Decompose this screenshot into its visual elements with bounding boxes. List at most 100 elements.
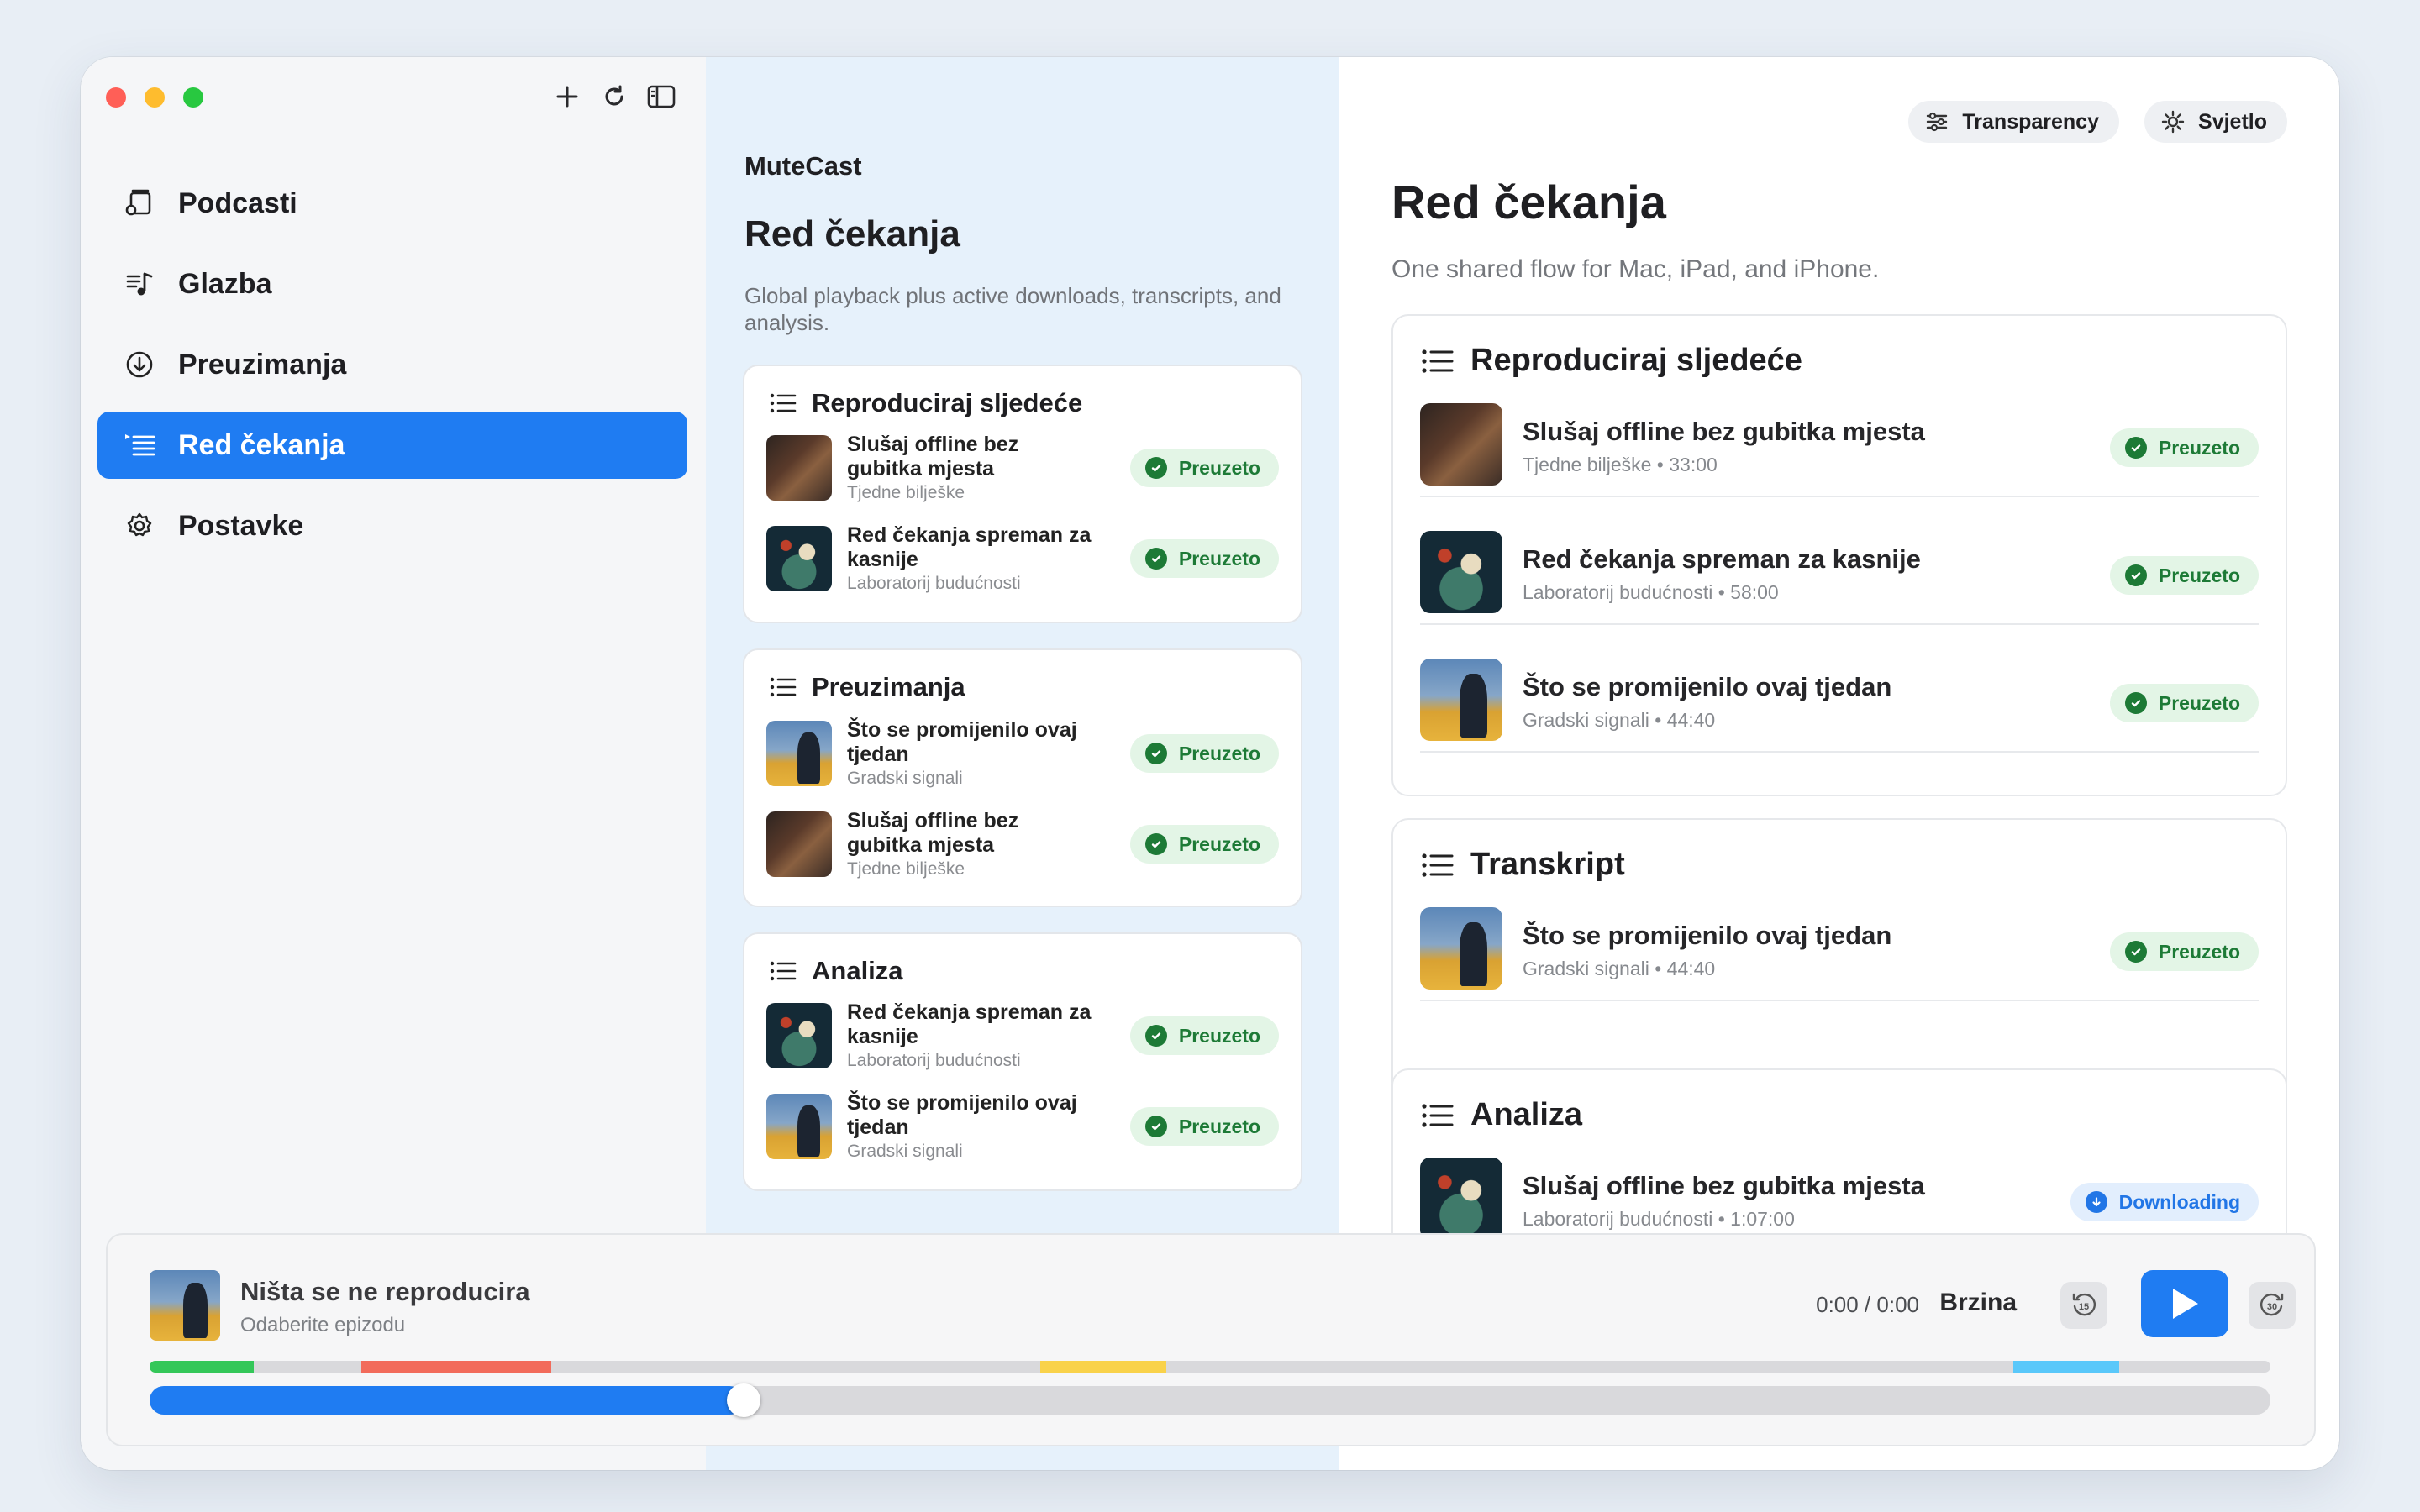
close-window-button[interactable] xyxy=(106,87,126,108)
add-button[interactable] xyxy=(551,81,583,113)
episode-artwork xyxy=(766,1003,832,1068)
chapter-segment xyxy=(1040,1361,1166,1373)
episode-row[interactable]: Slušaj offline bez gubitka mjesta Tjedne… xyxy=(766,433,1279,502)
section-title: Analiza xyxy=(812,956,903,985)
minimize-window-button[interactable] xyxy=(145,87,165,108)
status-label: Preuzeto xyxy=(1178,547,1260,570)
episode-podcast: Tjedne bilješke xyxy=(847,483,965,502)
playback-speed-button[interactable]: Brzina xyxy=(1939,1289,2017,1317)
skip-back-button[interactable]: 15 xyxy=(2060,1282,2107,1329)
episode-artwork xyxy=(766,435,832,501)
episode-row[interactable]: Što se promijenilo ovaj tjedan Gradski s… xyxy=(1420,625,2259,753)
status-badge: Downloading xyxy=(2070,1183,2259,1221)
episode-artwork xyxy=(1420,659,1502,741)
skip-back-seconds: 15 xyxy=(2079,1302,2089,1312)
status-label: Preuzeto xyxy=(1178,832,1260,855)
episode-artwork xyxy=(766,526,832,591)
status-badge: Preuzeto xyxy=(1129,539,1279,578)
sidebar-item-glazba[interactable]: Glazba xyxy=(97,250,687,318)
list-icon xyxy=(770,677,797,697)
episode-row[interactable]: Slušaj offline bez gubitka mjesta Tjedne… xyxy=(1420,370,2259,497)
checkmark-icon xyxy=(2124,437,2147,459)
checkmark-icon xyxy=(2124,692,2147,714)
music-icon xyxy=(123,267,156,301)
playback-progress-slider[interactable] xyxy=(150,1383,2270,1417)
episode-row[interactable]: Red čekanja spreman za kasnije Laborator… xyxy=(1420,497,2259,625)
episode-row[interactable]: Što se promijenilo ovaj tjedan Gradski s… xyxy=(1420,874,2259,1001)
checkmark-icon xyxy=(1144,833,1167,855)
toggle-sidebar-button[interactable] xyxy=(645,81,677,113)
section-card-analysis: Analiza Red čekanja spreman za kasnije L… xyxy=(743,932,1302,1191)
sidebar-item-red-cekanja[interactable]: Red čekanja xyxy=(97,412,687,479)
status-label: Preuzeto xyxy=(2158,436,2240,459)
episode-podcast: Gradski signali xyxy=(847,769,963,788)
sidebar-item-podcasti[interactable]: Podcasti xyxy=(97,170,687,237)
episode-podcast: Gradski signali xyxy=(847,1142,963,1161)
progress-handle[interactable] xyxy=(726,1383,760,1417)
episode-title: Slušaj offline bez gubitka mjesta xyxy=(1523,1171,1925,1200)
status-badge: Preuzeto xyxy=(2109,428,2259,467)
section-header: Reproduciraj sljedeće xyxy=(768,388,1082,418)
sidebar-toolbar xyxy=(551,81,677,113)
status-badge: Preuzeto xyxy=(1129,1016,1279,1055)
episode-title: Što se promijenilo ovaj tjedan xyxy=(847,718,1077,766)
zoom-window-button[interactable] xyxy=(183,87,203,108)
play-button[interactable] xyxy=(2141,1270,2228,1337)
checkmark-icon xyxy=(1144,1116,1167,1137)
page-title: Red čekanja xyxy=(744,213,960,255)
status-label: Preuzeto xyxy=(1178,456,1260,479)
refresh-button[interactable] xyxy=(598,81,630,113)
theme-label: Svjetlo xyxy=(2198,109,2267,134)
episode-artwork xyxy=(766,1094,832,1159)
status-badge: Preuzeto xyxy=(2109,684,2259,722)
theme-toggle-button[interactable]: Svjetlo xyxy=(2144,101,2287,143)
episode-podcast: Laboratorij budućnosti xyxy=(847,574,1021,593)
status-label: Preuzeto xyxy=(2158,691,2240,714)
play-icon xyxy=(2173,1289,2198,1319)
sidebar-item-label: Postavke xyxy=(178,509,304,542)
section-title: Reproduciraj sljedeće xyxy=(812,388,1083,417)
progress-fill xyxy=(150,1386,744,1415)
section-card-play-next: Reproduciraj sljedeće Slušaj offline bez… xyxy=(743,365,1302,623)
detail-title: Red čekanja xyxy=(1392,176,1666,228)
chapter-segment xyxy=(361,1361,551,1373)
settings-icon xyxy=(123,509,156,543)
episode-title: Red čekanja spreman za kasnije xyxy=(847,523,1092,571)
app-name: MuteCast xyxy=(744,151,862,181)
episode-title: Što se promijenilo ovaj tjedan xyxy=(847,1091,1077,1139)
sidebar-item-label: Glazba xyxy=(178,267,272,300)
list-icon xyxy=(770,393,797,413)
episode-row[interactable]: Red čekanja spreman za kasnije Laborator… xyxy=(766,1000,1279,1070)
list-icon xyxy=(770,961,797,981)
transparency-button[interactable]: Transparency xyxy=(1908,101,2119,143)
episode-row[interactable]: Red čekanja spreman za kasnije Laborator… xyxy=(766,523,1279,593)
status-label: Preuzeto xyxy=(1178,1115,1260,1137)
episode-meta: Tjedne bilješke • 33:00 xyxy=(1523,454,1718,475)
sidebar-toggle-icon xyxy=(647,85,676,108)
mini-player: Ništa se ne reproducira Odaberite epizod… xyxy=(106,1233,2316,1446)
sidebar-item-label: Podcasti xyxy=(178,186,297,219)
episode-row[interactable]: Slušaj offline bez gubitka mjesta Tjedne… xyxy=(766,809,1279,879)
episode-title: Slušaj offline bez gubitka mjesta xyxy=(1523,417,1925,446)
sidebar-item-postavke[interactable]: Postavke xyxy=(97,492,687,559)
detail-subtitle: One shared flow for Mac, iPad, and iPhon… xyxy=(1392,255,1880,283)
episode-artwork xyxy=(1420,1158,1502,1240)
skip-forward-button[interactable]: 30 xyxy=(2249,1282,2296,1329)
sidebar-item-label: Red čekanja xyxy=(178,428,345,461)
episode-row[interactable]: Što se promijenilo ovaj tjedan Gradski s… xyxy=(766,1091,1279,1161)
refresh-icon xyxy=(605,85,623,106)
episode-meta: Laboratorij budućnosti • 58:00 xyxy=(1523,581,1779,603)
episode-artwork xyxy=(1420,531,1502,613)
sidebar-nav: Podcasti Glazba Preuzimanja Red čekanja xyxy=(97,170,687,573)
episode-title: Red čekanja spreman za kasnije xyxy=(1523,544,1921,574)
episode-meta: Laboratorij budućnosti • 1:07:00 xyxy=(1523,1208,1795,1230)
sliders-icon xyxy=(1927,112,1948,132)
app-window: Podcasti Glazba Preuzimanja Red čekanja xyxy=(81,57,2339,1470)
section-card-transcript: Transkript Što se promijenilo ovaj tjeda… xyxy=(1392,818,2287,1099)
now-playing-title: Ništa se ne reproducira xyxy=(240,1277,530,1306)
download-arrow-icon xyxy=(2085,1191,2107,1213)
sidebar-item-preuzimanja[interactable]: Preuzimanja xyxy=(97,331,687,398)
status-badge: Preuzeto xyxy=(1129,734,1279,773)
now-playing-subtitle: Odaberite epizodu xyxy=(240,1314,406,1336)
episode-row[interactable]: Što se promijenilo ovaj tjedan Gradski s… xyxy=(766,718,1279,788)
